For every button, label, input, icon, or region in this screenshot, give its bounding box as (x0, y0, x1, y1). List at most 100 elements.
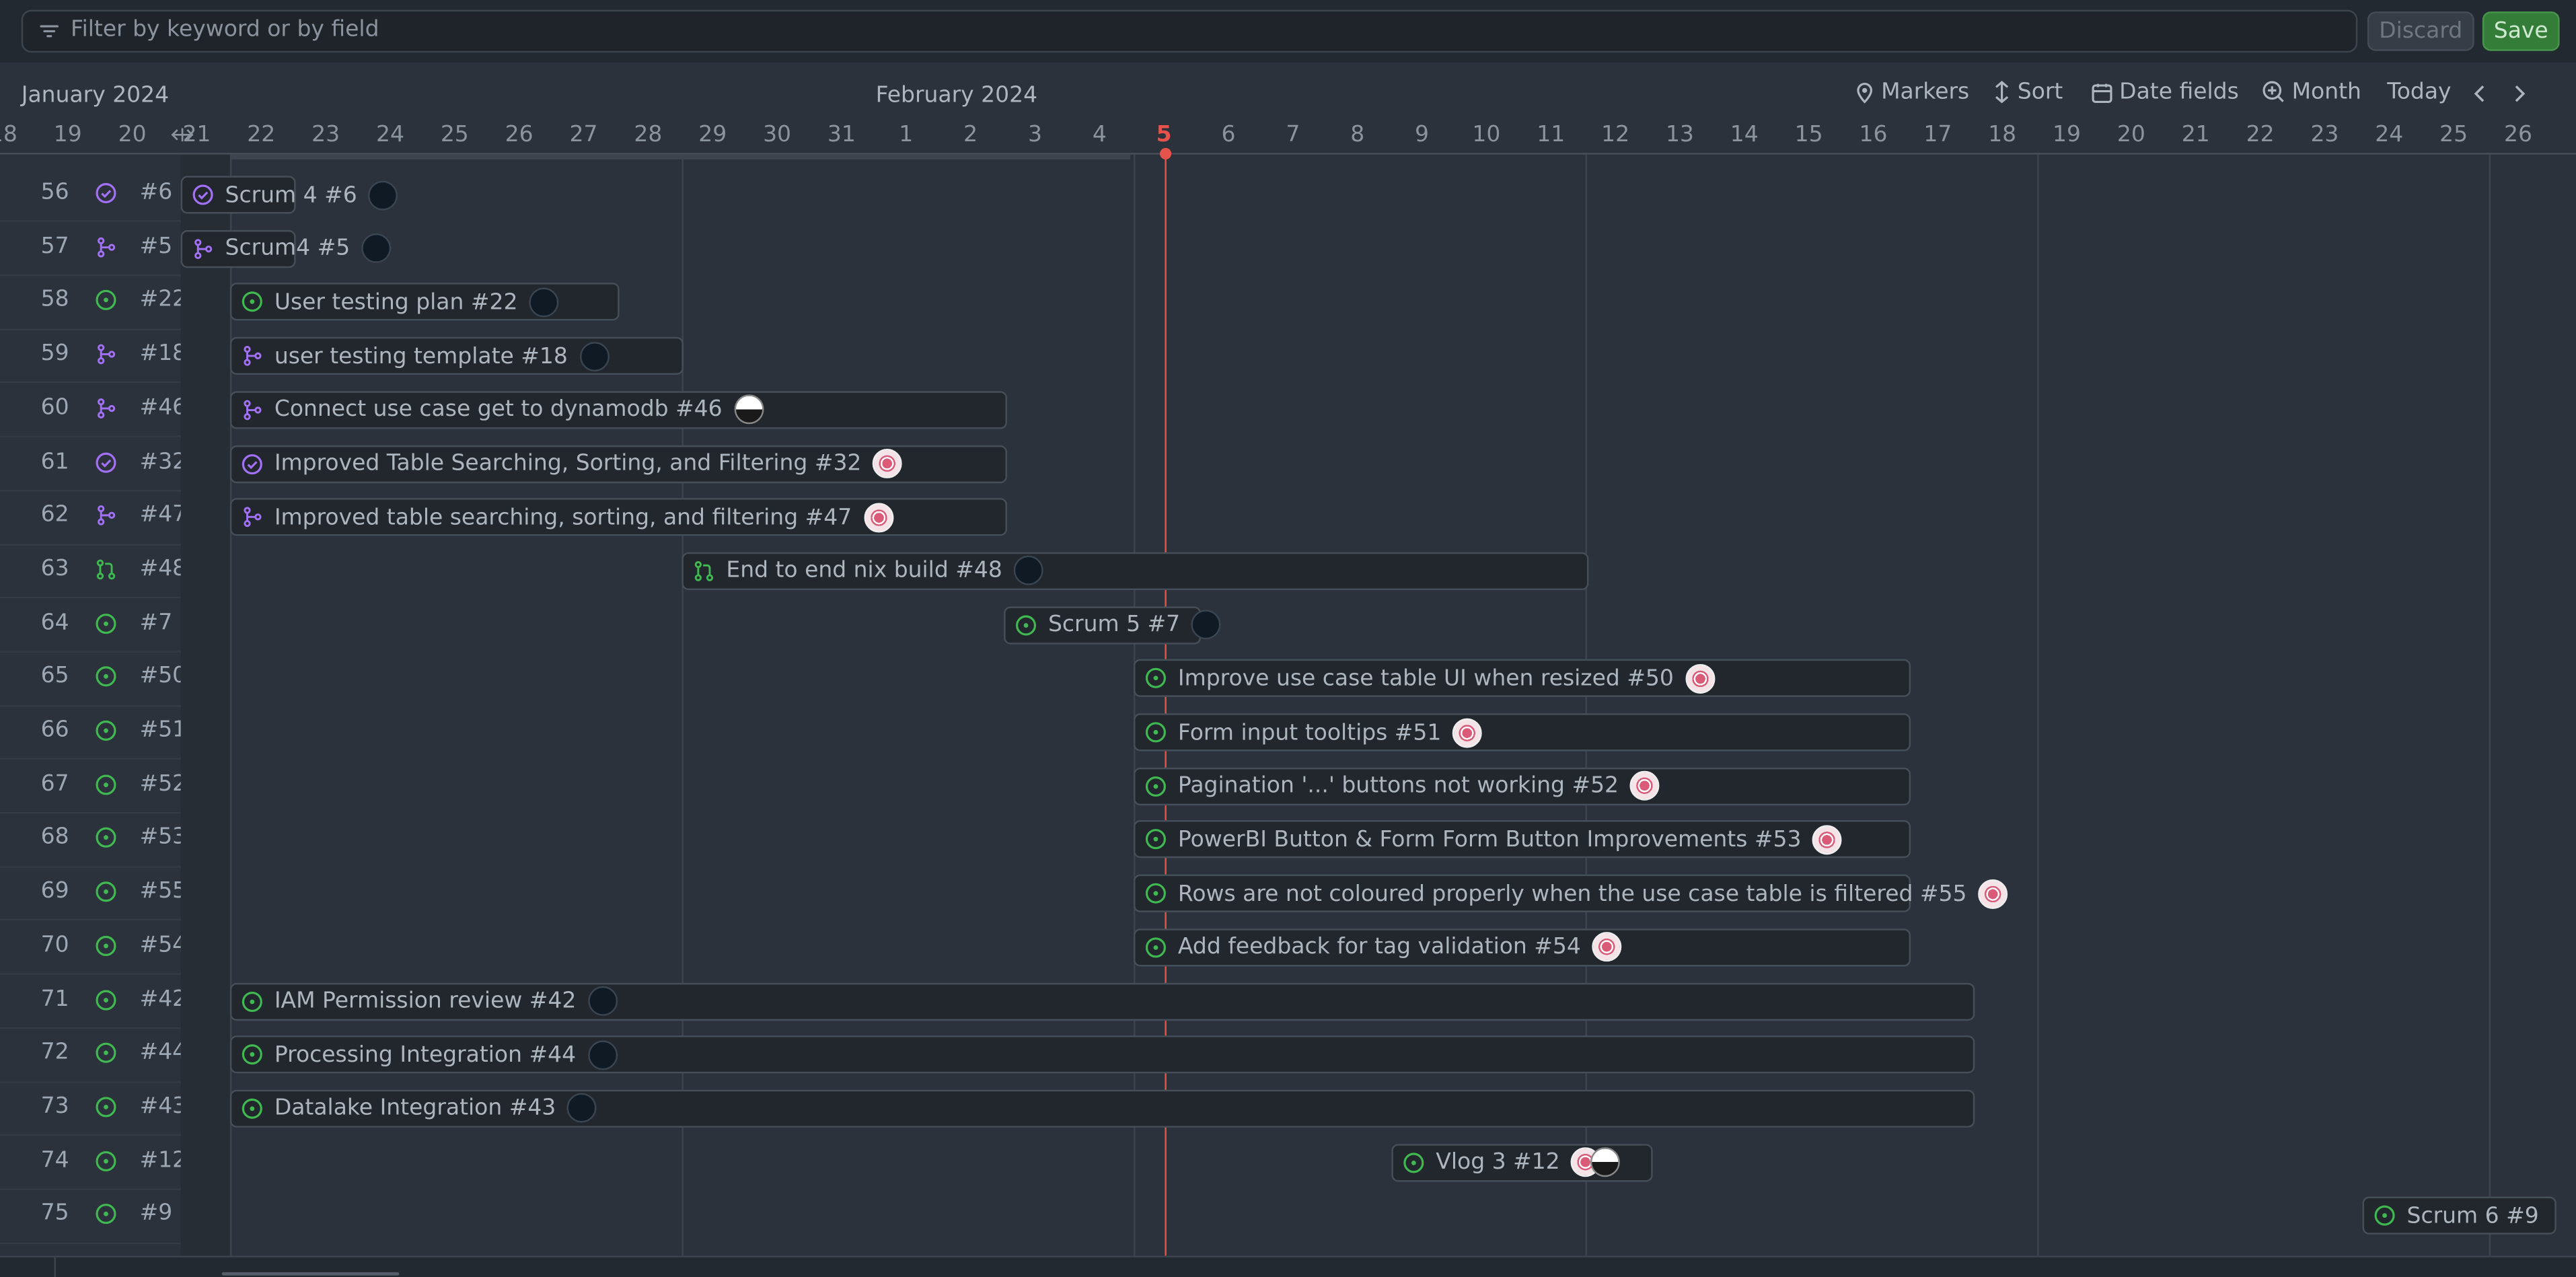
timeline-item-bar[interactable]: User testing plan #22 (229, 283, 620, 322)
assignee-avatar[interactable] (1452, 717, 1483, 747)
assignee-avatar[interactable] (567, 1093, 597, 1124)
assignee-avatar[interactable] (1812, 825, 1843, 855)
issue-number[interactable]: #53 (140, 824, 181, 850)
pull-request-icon (694, 560, 715, 582)
zoom-icon (2262, 81, 2284, 102)
issue-number[interactable]: #51 (140, 717, 181, 743)
timeline-item-bar[interactable]: Scrum 4 #6 (180, 176, 398, 214)
timeline-item-title: Scrum 5 #7 (1047, 612, 1181, 638)
assignee-avatar[interactable] (579, 341, 609, 371)
issue-number[interactable]: #55 (140, 878, 181, 904)
filter-input[interactable]: Filter by keyword or by field (21, 9, 2358, 53)
day-label: 21 (182, 121, 211, 148)
filter-icon (40, 25, 59, 38)
markers-button[interactable]: Markers (1855, 79, 1969, 105)
timeline-item-bar[interactable]: Rows are not coloured properly when the … (1133, 874, 2008, 913)
today-button[interactable]: Today (2387, 79, 2451, 105)
issue-number[interactable]: #50 (140, 663, 181, 689)
today-marker (1160, 147, 1172, 159)
chevron-left-icon[interactable] (2472, 84, 2487, 104)
timeline-item-title: Processing Integration #44 (274, 1042, 577, 1068)
timeline-item-bar[interactable]: Scrum 6 #9 (2362, 1197, 2556, 1235)
assignee-avatar[interactable] (1630, 771, 1660, 801)
assignee-avatar[interactable] (368, 180, 398, 210)
row-number: 56 (40, 179, 69, 206)
assignee-avatar[interactable] (587, 986, 618, 1016)
row-separator (0, 381, 181, 384)
issue-number[interactable]: #7 (140, 609, 181, 635)
issue-number[interactable]: #43 (140, 1093, 181, 1119)
timeline-item-bar[interactable]: Connect use case get to dynamodb #46 (229, 390, 1007, 429)
day-label: 13 (1665, 121, 1694, 148)
issue-number[interactable]: #22 (140, 287, 181, 313)
issue-number[interactable]: #48 (140, 555, 181, 581)
assignee-avatar[interactable] (1591, 1147, 1621, 1177)
assignee-avatar[interactable] (873, 448, 903, 478)
row-separator (0, 811, 181, 814)
date-fields-button[interactable]: Date fields (2092, 79, 2239, 105)
timeline-item-bar[interactable]: Scrum4 #5 (180, 229, 392, 268)
day-label: 6 (1221, 121, 1236, 148)
scrollbar-thumb[interactable] (221, 1272, 400, 1276)
assignee-avatar[interactable] (1013, 556, 1043, 586)
assignee-avatar[interactable] (1191, 610, 1222, 640)
row-number: 67 (40, 770, 69, 797)
assignee-avatar[interactable] (529, 287, 559, 318)
row-number: 62 (40, 501, 69, 528)
row-header-column: 56 #6 57 #5 58 #22 59 #18 60 #46 61 #32 62 #47 63 #48 64… (0, 154, 181, 1256)
issue-number[interactable]: #12 (140, 1146, 181, 1173)
timeline-item-bar[interactable]: Form input tooltips #51 (1133, 713, 1911, 752)
timeline-item-bar[interactable]: End to end nix build #48 (682, 552, 1589, 590)
issue-number[interactable]: #44 (140, 1039, 181, 1065)
sort-button[interactable]: Sort (1993, 79, 2063, 105)
issue-number[interactable]: #54 (140, 932, 181, 958)
issue-number[interactable]: #46 (140, 394, 181, 421)
row-number: 59 (40, 340, 69, 367)
timeline-item-bar[interactable]: user testing template #18 (229, 337, 684, 375)
timeline-item-bar[interactable]: Scrum 5 #7 (1004, 606, 1222, 644)
timeline-item-bar[interactable]: Improved Table Searching, Sorting, and F… (229, 444, 1007, 483)
issue-number[interactable]: #18 (140, 340, 181, 367)
issue-number[interactable]: #32 (140, 448, 181, 474)
assignee-avatar[interactable] (1685, 663, 1715, 694)
assignee-avatar[interactable] (361, 233, 392, 264)
issue-number[interactable]: #6 (140, 179, 181, 205)
pull-request-icon (96, 558, 117, 587)
timeline-item-bar[interactable]: PowerBI Button & Form Form Button Improv… (1133, 821, 1911, 859)
assignee-avatar[interactable] (1592, 932, 1622, 962)
git-branch-icon (192, 238, 214, 259)
timeline-item-bar[interactable]: Improve use case table UI when resized #… (1133, 659, 1911, 698)
assignee-avatar[interactable] (733, 395, 764, 425)
timeline-item-bar[interactable]: Improved table searching, sorting, and f… (229, 498, 1007, 536)
issue-number[interactable]: #9 (140, 1200, 181, 1227)
issue-number[interactable]: #52 (140, 770, 181, 797)
timeline-item-title: Scrum 6 #9 (2406, 1202, 2539, 1229)
discard-button[interactable]: Discard (2367, 11, 2474, 51)
assignee-avatar[interactable] (863, 502, 893, 532)
week-gridline (229, 154, 232, 1256)
chevron-right-icon[interactable] (2512, 84, 2527, 104)
assignee-avatar[interactable] (587, 1039, 618, 1070)
issue-number[interactable]: #5 (140, 233, 181, 259)
issue-open-icon (96, 1042, 117, 1070)
timeline-item-bar[interactable]: IAM Permission review #42 (229, 982, 1975, 1020)
assignee-avatar[interactable] (1978, 879, 2008, 908)
day-label: 26 (2503, 121, 2532, 148)
day-label: 4 (1092, 121, 1107, 148)
issue-open-icon (1145, 721, 1167, 743)
issue-number[interactable]: #47 (140, 502, 181, 528)
timeline-item-bar[interactable]: Datalake Integration #43 (229, 1089, 1975, 1128)
timeline-item-bar[interactable]: Add feedback for tag validation #54 (1133, 928, 1911, 966)
zoom-month-button[interactable]: Month (2262, 79, 2361, 105)
timeline-item-bar[interactable]: Pagination '...' buttons not working #52 (1133, 767, 1911, 805)
row-separator (0, 1242, 181, 1244)
timeline-item-bar[interactable]: Vlog 3 #12 (1391, 1143, 1653, 1181)
row-number: 63 (40, 555, 69, 582)
issue-number[interactable]: #42 (140, 986, 181, 1012)
save-button[interactable]: Save (2482, 11, 2560, 51)
timeline-item-bar[interactable]: Processing Integration #44 (229, 1035, 1975, 1074)
issue-open-icon (1145, 829, 1167, 850)
day-label: 3 (1027, 121, 1042, 148)
day-label: 5 (1156, 121, 1172, 148)
horizontal-scrollbar[interactable] (0, 1255, 2576, 1277)
